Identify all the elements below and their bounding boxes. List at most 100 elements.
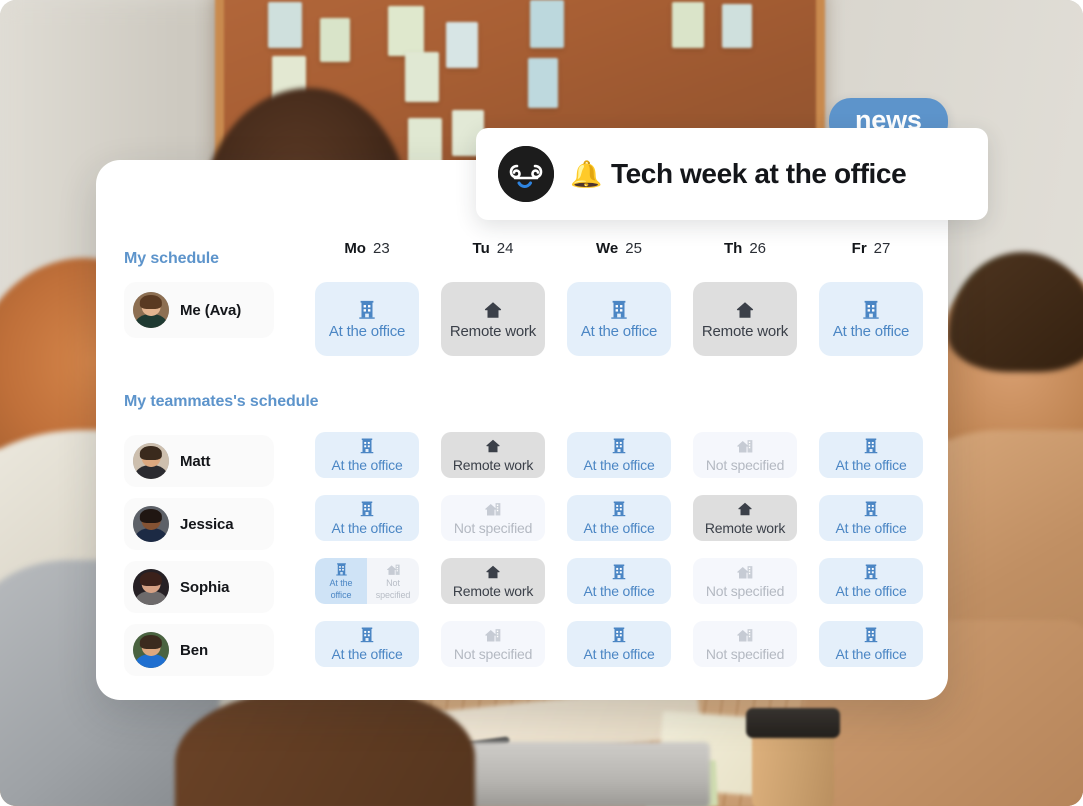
coffee-cup-lid xyxy=(746,708,840,738)
schedule-cell-label: Not specified xyxy=(453,520,533,536)
schedule-cell-office[interactable]: At the office xyxy=(567,558,671,604)
schedule-cell-remote[interactable]: Remote work xyxy=(441,432,545,478)
day-header-weekday: Tu xyxy=(472,240,490,257)
news-headline-text: Tech week at the office xyxy=(610,158,907,189)
schedule-cell-office[interactable]: At the office xyxy=(819,495,923,541)
office-building-icon xyxy=(610,437,628,455)
half-day-office[interactable]: At the office xyxy=(315,558,367,604)
teammates-schedule-title: My teammates's schedule xyxy=(124,393,319,410)
person-chip-matt[interactable]: Matt xyxy=(124,435,274,487)
schedule-cell-label: At the office xyxy=(331,520,403,536)
company-face-logo-icon xyxy=(498,146,554,202)
schedule-cell-wrapper: At the office xyxy=(808,621,934,667)
avatar-sophia xyxy=(133,569,169,605)
day-header-mo: Mo 23 xyxy=(304,240,430,257)
schedule-cell-wrapper: Not specified xyxy=(430,495,556,541)
schedule-cell-label: At the office xyxy=(328,322,406,340)
schedule-cell-wrapper: At the office xyxy=(556,558,682,604)
office-building-icon xyxy=(358,500,376,518)
schedule-cell-wrapper: At the office xyxy=(304,495,430,541)
schedule-cell-unspecified[interactable]: Not specified xyxy=(693,621,797,667)
home-icon xyxy=(484,437,502,455)
news-banner[interactable]: 🔔 Tech week at the office xyxy=(476,128,988,220)
day-header-date: 25 xyxy=(625,240,642,257)
schedule-cell-office[interactable]: At the office xyxy=(567,495,671,541)
avatar-jessica xyxy=(133,506,169,542)
home-icon xyxy=(736,500,754,518)
sticky-note xyxy=(528,58,558,108)
schedule-cell-office[interactable]: At the office xyxy=(819,432,923,478)
schedule-cell-wrapper: At the office Not specified xyxy=(304,558,430,604)
schedule-cell-unspecified[interactable]: Not specified xyxy=(693,558,797,604)
person-chip-ben[interactable]: Ben xyxy=(124,624,274,676)
day-header-date: 26 xyxy=(749,240,766,257)
schedule-cell-remote[interactable]: Remote work xyxy=(693,282,797,356)
sticky-note xyxy=(530,0,564,48)
half-day-label: At the xyxy=(329,577,353,588)
schedule-cell-wrapper: Remote work xyxy=(430,558,556,604)
person-name: Matt xyxy=(180,452,211,470)
sticky-note xyxy=(320,18,350,62)
person-name: Ben xyxy=(180,641,209,659)
person-name: Jessica xyxy=(180,515,234,533)
bell-icon: 🔔 xyxy=(570,158,602,189)
schedule-cell-label: Not specified xyxy=(705,646,785,662)
schedule-cell-office[interactable]: At the office xyxy=(819,282,923,356)
schedule-cell-label: At the office xyxy=(832,322,910,340)
person-chip-jessica[interactable]: Jessica xyxy=(124,498,274,550)
person-chip-me[interactable]: Me (Ava) xyxy=(124,282,274,338)
schedule-cell-unspecified[interactable]: Not specified xyxy=(693,432,797,478)
schedule-cell-wrapper: Not specified xyxy=(682,558,808,604)
not-specified-icon xyxy=(386,562,401,577)
sticky-note xyxy=(388,6,424,56)
schedule-cell-label: At the office xyxy=(835,583,907,599)
schedule-cell-unspecified[interactable]: Not specified xyxy=(441,495,545,541)
schedule-cell-office[interactable]: At the office xyxy=(315,432,419,478)
office-building-icon xyxy=(334,562,349,577)
schedule-cell-wrapper: At the office xyxy=(304,432,430,478)
day-header-tu: Tu 24 xyxy=(430,240,556,257)
day-header-date: 24 xyxy=(496,240,514,257)
schedule-cell-wrapper: At the office xyxy=(556,432,682,478)
schedule-cell-office[interactable]: At the office xyxy=(819,621,923,667)
screenshot-root: news 🔔 Tech week at the office My schedu… xyxy=(0,0,1083,806)
schedule-cell-unspecified[interactable]: Not specified xyxy=(441,621,545,667)
schedule-cell-label: Remote work xyxy=(452,583,534,599)
schedule-cell-remote[interactable]: Remote work xyxy=(693,495,797,541)
schedule-cell-office[interactable]: At the office xyxy=(315,495,419,541)
schedule-cell-wrapper: At the office xyxy=(556,495,682,541)
schedule-cell-office[interactable]: At the office xyxy=(315,621,419,667)
schedule-cell-office[interactable]: At the office xyxy=(315,282,419,356)
schedule-cell-office[interactable]: At the office xyxy=(567,621,671,667)
day-header-weekday: Th xyxy=(723,240,743,257)
schedule-cell-office[interactable]: At the office xyxy=(567,432,671,478)
schedule-cell-office[interactable]: At the office xyxy=(567,282,671,356)
person-chip-sophia[interactable]: Sophia xyxy=(124,561,274,613)
day-header-weekday: Fr xyxy=(851,240,867,257)
office-building-icon xyxy=(610,563,628,581)
day-header-we: We 25 xyxy=(556,240,682,257)
schedule-cell-wrapper: Remote work xyxy=(682,495,808,541)
sticky-note xyxy=(405,52,439,102)
schedule-cell-label: At the office xyxy=(583,520,655,536)
schedule-cell-wrapper: Remote work xyxy=(430,432,556,478)
half-day-label: Not xyxy=(386,577,400,588)
half-day-label: specified xyxy=(375,589,411,600)
home-icon xyxy=(734,299,756,321)
schedule-cell-remote[interactable]: Remote work xyxy=(441,282,545,356)
schedule-cell-wrapper: At the office xyxy=(808,495,934,541)
day-header-row: Mo 23 Tu 24 We 25 Th 26 Fr 27 xyxy=(304,240,934,257)
schedule-row-matt: At the office Remote work At the office … xyxy=(304,432,934,478)
person-name: Sophia xyxy=(180,578,230,596)
day-header-th: Th 26 xyxy=(682,240,808,257)
schedule-cell-wrapper: Not specified xyxy=(682,621,808,667)
schedule-cell-split[interactable]: At the office Not specified xyxy=(315,558,419,604)
not-specified-icon xyxy=(736,437,754,455)
schedule-cell-office[interactable]: At the office xyxy=(819,558,923,604)
half-day-unspecified[interactable]: Not specified xyxy=(367,558,419,604)
day-header-weekday: Mo xyxy=(344,240,366,257)
my-schedule-title: My schedule xyxy=(124,250,219,267)
avatar-ava xyxy=(133,292,169,328)
not-specified-icon xyxy=(484,500,502,518)
schedule-cell-remote[interactable]: Remote work xyxy=(441,558,545,604)
